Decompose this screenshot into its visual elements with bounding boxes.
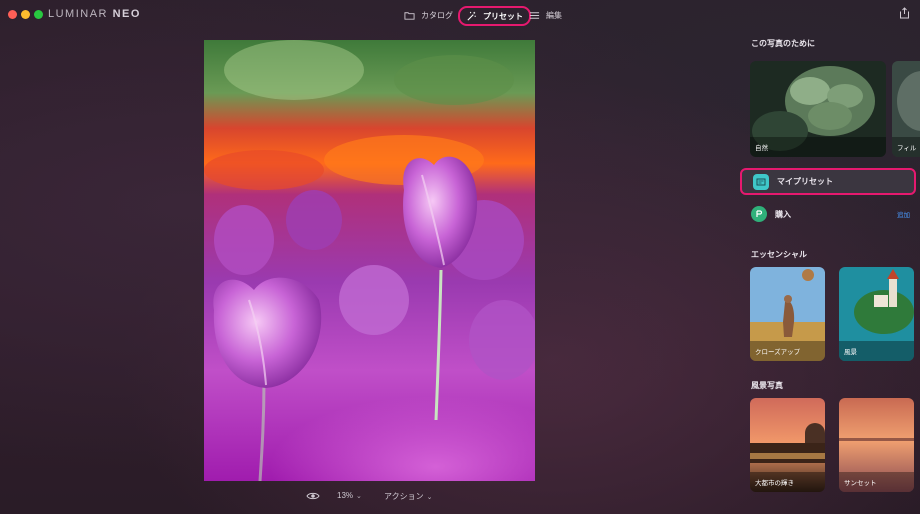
- actions-label: アクション: [384, 492, 424, 501]
- sliders-icon: [529, 11, 540, 19]
- preset-card-sunset[interactable]: サンセット: [839, 398, 914, 492]
- share-icon[interactable]: [899, 7, 910, 19]
- preset-card-closeup[interactable]: クローズアップ: [750, 267, 825, 361]
- chevron-down-icon: ⌄: [356, 493, 362, 500]
- nav-edit-label: 編集: [546, 10, 562, 20]
- zoom-value: 13%: [337, 491, 354, 500]
- preset-card-nature[interactable]: 自然: [750, 61, 886, 157]
- presets-panel: この写真のために 自然 フィル マイプリセット 購入 追加 エッセンシャル クロ…: [740, 30, 920, 514]
- my-presets-row[interactable]: マイプリセット: [740, 168, 916, 195]
- preset-card-label: 大都市の輝き: [755, 480, 794, 487]
- app-logo: LUMINAR NEO: [48, 8, 141, 20]
- preset-card-film[interactable]: フィル: [892, 61, 920, 157]
- minimize-window-button[interactable]: [21, 10, 30, 19]
- add-link[interactable]: 追加: [897, 209, 910, 219]
- my-presets-label: マイプリセット: [777, 177, 833, 186]
- nav-catalog-label: カタログ: [421, 10, 453, 20]
- preset-card-label: クローズアップ: [755, 349, 801, 356]
- main-photo[interactable]: [204, 40, 535, 481]
- preset-card-label: サンセット: [844, 480, 877, 487]
- preset-card-label: 自然: [755, 145, 768, 152]
- nav-presets[interactable]: プリセット: [458, 6, 531, 26]
- folder-icon: [404, 11, 415, 20]
- preset-card-landscape[interactable]: 風景: [839, 267, 914, 361]
- section-title-essentials: エッセンシャル: [751, 250, 807, 259]
- shopping-icon: [751, 206, 767, 222]
- title-bar: LUMINAR NEO カタログ プリセット 編集: [0, 0, 920, 30]
- zoom-dropdown[interactable]: 13% ⌄: [337, 491, 362, 500]
- preset-card-label: 風景: [844, 349, 857, 356]
- close-window-button[interactable]: [8, 10, 17, 19]
- buy-label: 購入: [775, 209, 791, 219]
- zoom-window-button[interactable]: [34, 10, 43, 19]
- magic-wand-icon: [467, 11, 476, 21]
- presets-folder-icon: [753, 173, 769, 190]
- nav-edit[interactable]: 編集: [529, 7, 562, 23]
- section-title-for-this-photo: この写真のために: [751, 39, 815, 48]
- actions-dropdown[interactable]: アクション ⌄: [384, 491, 432, 502]
- nav-catalog[interactable]: カタログ: [404, 7, 453, 23]
- section-title-landscape: 風景写真: [751, 381, 783, 390]
- preset-card-label: フィル: [897, 145, 917, 152]
- eye-icon[interactable]: [306, 491, 320, 501]
- nav-presets-label: プリセット: [483, 11, 523, 21]
- preset-card-city-glow[interactable]: 大都市の輝き: [750, 398, 825, 492]
- chevron-down-icon: ⌄: [426, 494, 433, 501]
- bottom-toolbar: 13% ⌄ アクション ⌄: [0, 488, 740, 506]
- buy-row[interactable]: 購入 追加: [740, 201, 918, 227]
